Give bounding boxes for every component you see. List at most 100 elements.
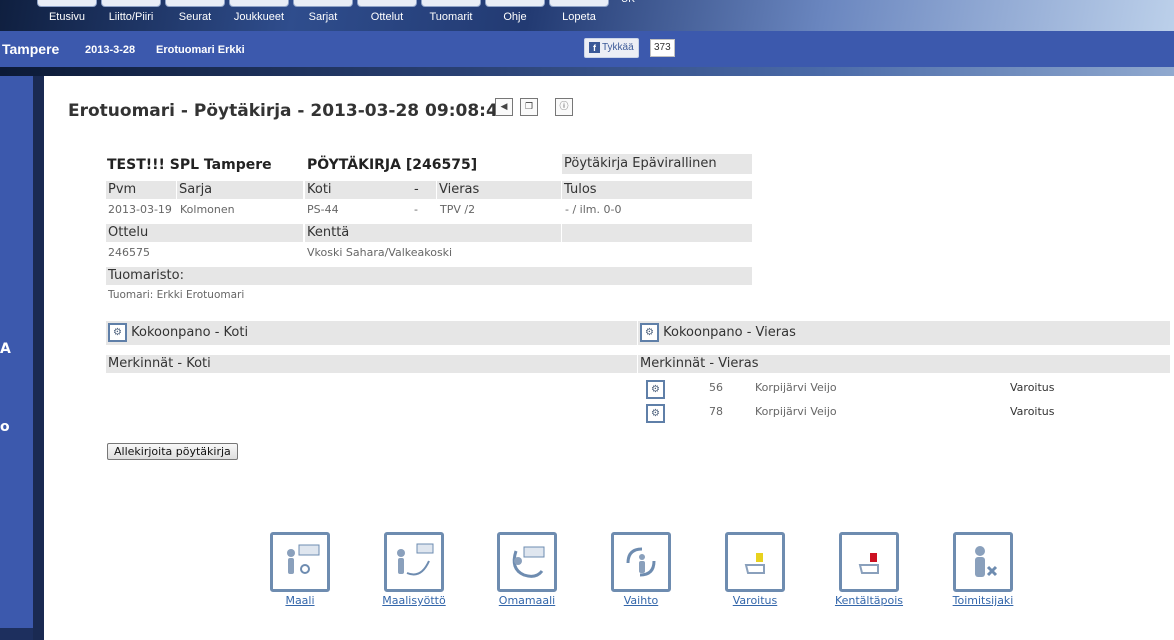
nav-item-joukkueet[interactable]: Joukkueet — [226, 0, 292, 23]
action-label[interactable]: Toimitsijaki — [928, 594, 1038, 607]
header-koti: Koti — [305, 181, 412, 199]
gear-icon[interactable]: ⚙ — [108, 323, 127, 342]
left-side-panel: A o — [0, 76, 33, 628]
action-label[interactable]: Omamaali — [472, 594, 582, 607]
header-tuomaristo: Tuomaristo: — [106, 267, 752, 285]
nav-tab-icon[interactable] — [101, 0, 161, 7]
assist-icon[interactable] — [384, 532, 444, 592]
nav-item-seurat[interactable]: Seurat — [162, 0, 228, 23]
action-label[interactable]: Maali — [245, 594, 355, 607]
official-icon[interactable] — [953, 532, 1013, 592]
action-label[interactable]: Varoitus — [700, 594, 810, 607]
nav-tab-icon[interactable] — [357, 0, 417, 7]
nav-tab-icon[interactable] — [293, 0, 353, 7]
nav-label[interactable]: Etusivu — [34, 11, 100, 23]
lineup-away-label: Kokoonpano - Vieras — [663, 325, 796, 340]
header-background-strip — [0, 67, 1174, 76]
event-player-name: Korpijärvi Veijo — [755, 405, 837, 418]
nav-label[interactable]: Tuomarit — [418, 11, 484, 23]
action-label[interactable]: Vaihto — [586, 594, 696, 607]
city-name: Tampere — [2, 41, 60, 57]
value-sarja: Kolmonen — [180, 203, 235, 216]
nav-tab-icon[interactable] — [37, 0, 97, 7]
nav-tab-icon[interactable] — [549, 0, 609, 7]
nav-label[interactable]: Sarjat — [290, 11, 356, 23]
value-vieras: TPV /2 — [440, 203, 476, 216]
action-varoitus[interactable]: Varoitus — [700, 532, 810, 607]
events-away-label: Merkinnät - Vieras — [638, 355, 1170, 373]
nav-tab-icon[interactable] — [165, 0, 225, 7]
nav-label[interactable]: Ottelut — [354, 11, 420, 23]
action-label[interactable]: Maalisyöttö — [359, 594, 469, 607]
action-maalisyotto[interactable]: Maalisyöttö — [359, 532, 469, 607]
action-kentaltapois[interactable]: Kentältäpois — [814, 532, 924, 607]
header-ottelu: Ottelu — [106, 224, 303, 242]
nav-label[interactable]: Lopeta — [546, 11, 612, 23]
action-vaihto[interactable]: Vaihto — [586, 532, 696, 607]
nav-item-etusivu[interactable]: Etusivu — [34, 0, 100, 23]
event-player-number: 78 — [709, 405, 723, 418]
action-label[interactable]: Kentältäpois — [814, 594, 924, 607]
own-goal-icon[interactable] — [497, 532, 557, 592]
nav-tab-icon[interactable] — [421, 0, 481, 7]
lineup-home-label: Kokoonpano - Koti — [131, 325, 249, 340]
nav-label[interactable]: Seurat — [162, 11, 228, 23]
substitution-icon[interactable] — [611, 532, 671, 592]
like-label: Tykkää — [602, 42, 634, 53]
user-role: Erotuomari Erkki — [156, 44, 245, 56]
gear-icon[interactable]: ⚙ — [640, 323, 659, 342]
event-player-name: Korpijärvi Veijo — [755, 381, 837, 394]
red-card-icon[interactable] — [839, 532, 899, 592]
action-omamaali[interactable]: Omamaali — [472, 532, 582, 607]
header-pvm: Pvm — [106, 181, 176, 199]
value-dash: - — [414, 203, 418, 216]
back-icon[interactable]: ◀ — [495, 98, 513, 116]
sign-report-button[interactable]: Allekirjoita pöytäkirja — [107, 443, 238, 460]
info-icon[interactable]: ⓘ — [555, 98, 573, 116]
nav-item-lopeta[interactable]: Lopeta — [546, 0, 612, 23]
side-text-fragment: A — [0, 341, 11, 357]
lineup-home-row: ⚙ Kokoonpano - Koti — [106, 321, 637, 345]
language-link[interactable]: UK — [621, 0, 635, 5]
goal-icon[interactable] — [270, 532, 330, 592]
header-kentta: Kenttä — [305, 224, 561, 242]
referee-name: Tuomari: Erkki Erotuomari — [108, 289, 245, 301]
event-type: Varoitus — [1010, 405, 1055, 418]
yellow-card-icon[interactable] — [725, 532, 785, 592]
nav-item-ohje[interactable]: Ohje — [482, 0, 548, 23]
session-date: 2013-3-28 — [85, 44, 136, 56]
nav-item-sarjat[interactable]: Sarjat — [290, 0, 356, 23]
like-count: 373 — [650, 39, 675, 57]
nav-tab-icon[interactable] — [229, 0, 289, 7]
value-tulos: - / ilm. 0-0 — [565, 203, 622, 216]
header-empty — [562, 224, 752, 242]
nav-tab-icon[interactable] — [485, 0, 545, 7]
lineup-away-row: ⚙ Kokoonpano - Vieras — [638, 321, 1170, 345]
nav-label[interactable]: Liitto/Piiri — [98, 11, 164, 23]
value-ottelu: 246575 — [108, 246, 150, 259]
organization-name: TEST!!! SPL Tampere — [107, 157, 272, 173]
nav-label[interactable]: Ohje — [482, 11, 548, 23]
gear-icon[interactable]: ⚙ — [646, 380, 665, 399]
facebook-icon: f — [589, 41, 600, 53]
page-title: Erotuomari - Pöytäkirja - 2013-03-28 09:… — [68, 101, 510, 121]
nav-label[interactable]: Joukkueet — [226, 11, 292, 23]
nav-item-tuomarit[interactable]: Tuomarit — [418, 0, 484, 23]
action-toimitsijaki[interactable]: Toimitsijaki — [928, 532, 1038, 607]
value-kentta: Vkoski Sahara/Valkeakoski — [307, 246, 453, 259]
copy-icon[interactable]: ❐ — [520, 98, 538, 116]
event-type: Varoitus — [1010, 381, 1055, 394]
value-pvm: 2013-03-19 — [108, 203, 172, 216]
title-bar: Tampere 2013-3-28 Erotuomari Erkki f Tykk… — [0, 31, 1174, 67]
header-sarja: Sarja — [177, 181, 303, 199]
event-player-number: 56 — [709, 381, 723, 394]
report-number: PÖYTÄKIRJA [246575] — [307, 157, 478, 173]
report-status: Pöytäkirja Epävirallinen — [562, 154, 752, 174]
gear-icon[interactable]: ⚙ — [646, 404, 665, 423]
header-vieras: Vieras — [437, 181, 561, 199]
nav-item-liitto-piiri[interactable]: Liitto/Piiri — [98, 0, 164, 23]
action-maali[interactable]: Maali — [245, 532, 355, 607]
facebook-like-button[interactable]: f Tykkää — [584, 38, 639, 58]
main-content: Erotuomari - Pöytäkirja - 2013-03-28 09:… — [44, 76, 1174, 640]
nav-item-ottelut[interactable]: Ottelut — [354, 0, 420, 23]
